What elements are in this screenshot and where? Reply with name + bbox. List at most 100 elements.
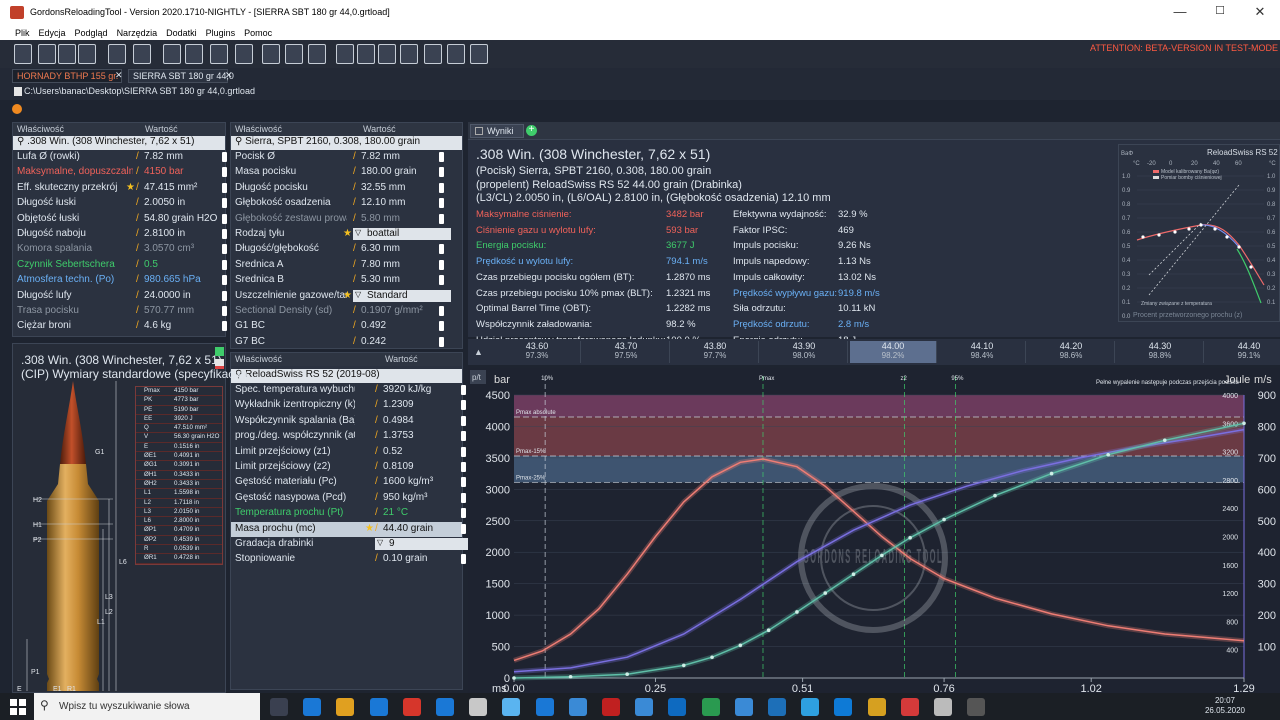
edit-icon[interactable]: /: [353, 166, 356, 177]
edit-icon[interactable]: /: [353, 213, 356, 224]
property-row[interactable]: Objętość łuski / 54.80 grain H2O: [13, 212, 227, 227]
ladder-expand-icon[interactable]: ▲: [474, 347, 483, 357]
toolbar-tool-icon[interactable]: [185, 44, 203, 64]
measure-icon[interactable]: [439, 198, 444, 209]
measure-icon[interactable]: [222, 275, 227, 286]
clock[interactable]: 20:07 26.05.2020: [1200, 696, 1250, 716]
taskbar-app-icon[interactable]: [303, 698, 322, 716]
property-row[interactable]: Lufa Ø (rowki) / 7.82 mm: [13, 150, 227, 165]
edit-icon[interactable]: /: [136, 305, 139, 316]
measure-icon[interactable]: [439, 213, 444, 224]
property-row[interactable]: Ciężar broni / 4.6 kg: [13, 319, 227, 334]
ladder-step[interactable]: 44.00 98.2%: [850, 341, 937, 363]
menu-item[interactable]: Plik: [15, 28, 30, 38]
menu-item[interactable]: Narzędzia: [117, 28, 158, 38]
toolbar-tool-icon[interactable]: [424, 44, 442, 64]
measure-icon[interactable]: [461, 446, 466, 457]
windows-start-icon[interactable]: [10, 699, 26, 715]
property-row[interactable]: Długość/głębokość / 6.30 mm: [231, 242, 462, 257]
edit-icon[interactable]: /: [353, 320, 356, 331]
property-row[interactable]: Średnica A / 7.80 mm: [231, 258, 462, 273]
edit-icon[interactable]: /: [136, 290, 139, 301]
edit-icon[interactable]: /: [375, 384, 378, 395]
taskbar-app-icon[interactable]: [469, 698, 488, 716]
taskbar-app-icon[interactable]: [535, 698, 554, 716]
tab-wyniki[interactable]: Wyniki: [470, 124, 524, 138]
measure-icon[interactable]: [461, 385, 466, 395]
property-row[interactable]: Gradacja drabinki ▽ 9: [231, 537, 473, 552]
property-row[interactable]: Eff. skuteczny przekrój ★/ 47.415 mm²: [13, 181, 227, 196]
edit-icon[interactable]: /: [136, 243, 139, 254]
edit-icon[interactable]: /: [136, 228, 139, 239]
measure-icon[interactable]: [222, 167, 227, 178]
star-icon[interactable]: ★: [126, 182, 135, 193]
property-row[interactable]: Rodzaj tyłu ★ ▽ boattail: [231, 227, 462, 242]
property-row[interactable]: Spec. temperatura wybuchu (Qex) / 3920 kJ/…: [231, 383, 466, 398]
toolbar-tool-icon[interactable]: [336, 44, 354, 64]
taskbar-app-icon[interactable]: [734, 698, 753, 716]
edit-icon[interactable]: /: [375, 553, 378, 564]
measure-icon[interactable]: [461, 431, 466, 442]
measure-icon[interactable]: [222, 152, 227, 162]
measure-icon[interactable]: [439, 167, 444, 178]
edit-icon[interactable]: /: [136, 274, 139, 285]
measure-icon[interactable]: [461, 415, 466, 426]
measure-icon[interactable]: [439, 152, 444, 162]
measure-icon[interactable]: [439, 259, 444, 270]
menu-item[interactable]: Pomoc: [244, 28, 272, 38]
property-row[interactable]: Średnica B / 5.30 mm: [231, 273, 462, 288]
menu-item[interactable]: Dodatki: [166, 28, 197, 38]
property-row[interactable]: G1 BC / 0.492: [231, 319, 462, 334]
ladder-step[interactable]: 43.60 97.3%: [494, 341, 581, 363]
taskbar-app-icon[interactable]: [568, 698, 587, 716]
cartridge-selector[interactable]: ⚲ .308 Win. (308 Winchester, 7,62 x 51): [13, 136, 225, 150]
edit-icon[interactable]: /: [375, 523, 378, 534]
edit-icon[interactable]: /: [375, 446, 378, 457]
property-row[interactable]: Atmosfera techn. (Po) / 980.665 hPa: [13, 273, 227, 288]
measure-icon[interactable]: [222, 244, 227, 255]
tab-hornady[interactable]: HORNADY BTHP 155 gr.: [12, 69, 122, 83]
measure-icon[interactable]: [222, 290, 227, 301]
bullet-selector[interactable]: ⚲ Sierra, SPBT 2160, 0.308, 180.00 grain: [231, 136, 462, 150]
measure-icon[interactable]: [222, 182, 227, 193]
edit-icon[interactable]: /: [353, 274, 356, 285]
property-row[interactable]: Głębokość zestawu prowadzącego / 5.80 mm: [231, 212, 462, 227]
toolbar-tool-icon[interactable]: [14, 44, 32, 64]
close-button[interactable]: ✕: [1240, 4, 1280, 22]
ladder-step[interactable]: 44.40 99.1%: [1206, 341, 1280, 363]
edit-icon[interactable]: /: [353, 151, 356, 162]
measure-icon[interactable]: [439, 275, 444, 286]
property-row[interactable]: Masa prochu (mc) ★/ 44.40 grain: [231, 521, 466, 537]
taskbar-app-icon[interactable]: [701, 698, 720, 716]
measure-icon[interactable]: [461, 492, 466, 503]
close-tab-icon[interactable]: ✕: [115, 70, 123, 81]
edit-icon[interactable]: /: [136, 320, 139, 331]
pdf-icon[interactable]: [215, 359, 224, 369]
property-row[interactable]: Długość lufy / 24.0000 in: [13, 289, 227, 304]
measure-icon[interactable]: [222, 259, 227, 270]
taskbar-app-icon[interactable]: [834, 698, 853, 716]
taskbar-app-icon[interactable]: [967, 698, 986, 716]
edit-icon[interactable]: /: [136, 182, 139, 193]
taskbar-app-icon[interactable]: [867, 698, 886, 716]
edit-icon[interactable]: /: [375, 461, 378, 472]
edit-icon[interactable]: /: [136, 213, 139, 224]
toolbar-tool-icon[interactable]: [447, 44, 465, 64]
measure-icon[interactable]: [461, 400, 466, 411]
edit-icon[interactable]: /: [353, 259, 356, 270]
measure-icon[interactable]: [439, 182, 444, 193]
toolbar-tool-icon[interactable]: [308, 44, 326, 64]
taskbar-app-icon[interactable]: [270, 698, 288, 716]
measure-icon[interactable]: [222, 198, 227, 209]
flame-icon[interactable]: [12, 104, 22, 114]
ladder-step[interactable]: 43.80 97.7%: [672, 341, 759, 363]
toolbar-tool-icon[interactable]: [163, 44, 181, 64]
property-row[interactable]: Pocisk Ø / 7.82 mm: [231, 150, 462, 165]
taskbar-app-icon[interactable]: [336, 698, 355, 716]
ladder-step[interactable]: 43.90 98.0%: [761, 341, 848, 363]
property-row[interactable]: Długość pocisku / 32.55 mm: [231, 181, 462, 196]
edit-icon[interactable]: /: [375, 492, 378, 503]
measure-icon[interactable]: [461, 523, 466, 534]
edit-icon[interactable]: /: [353, 305, 356, 316]
measure-icon[interactable]: [461, 508, 466, 519]
